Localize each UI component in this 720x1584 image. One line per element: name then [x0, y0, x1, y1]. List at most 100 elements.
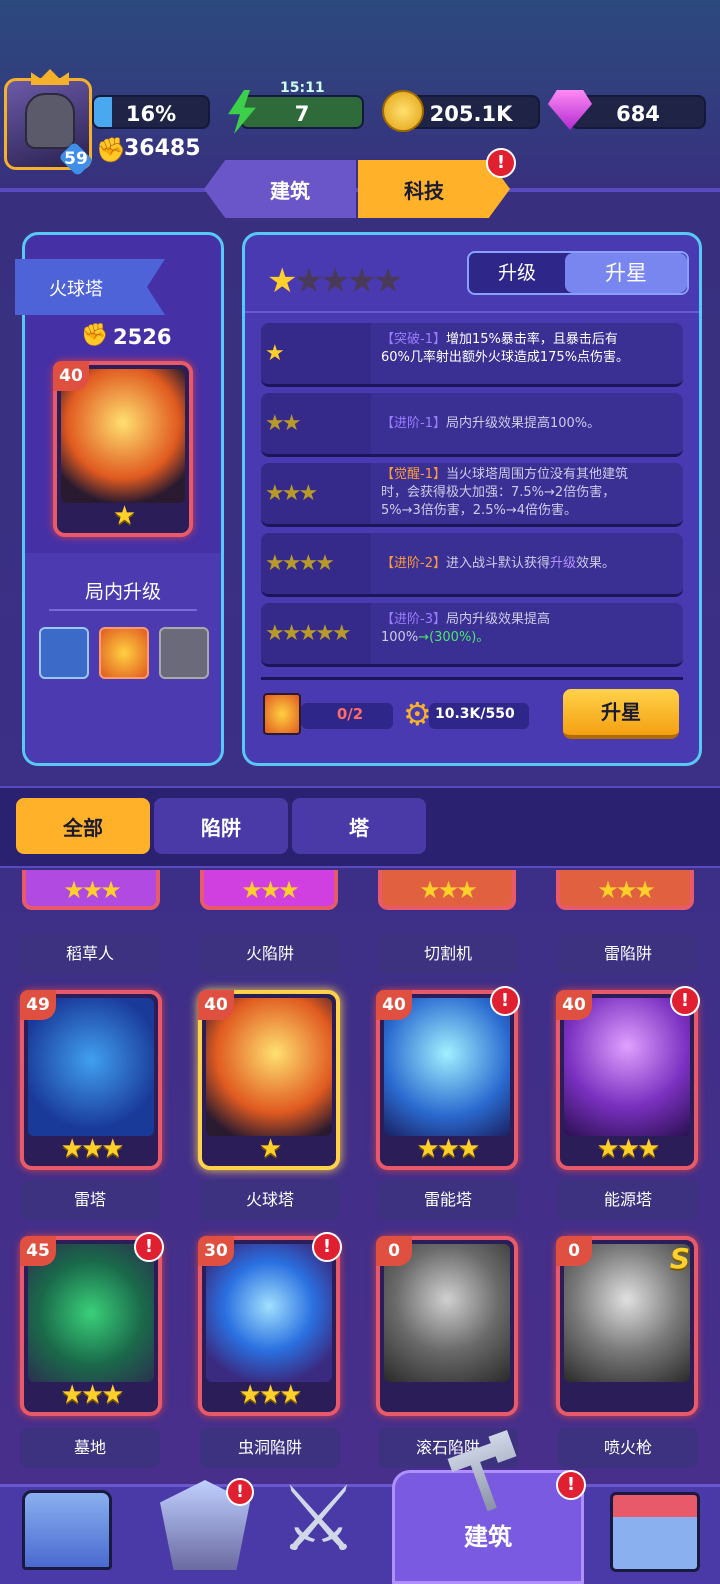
tower-card: 40 ★: [53, 361, 193, 537]
player-power: 36485: [124, 136, 201, 161]
partial-card-2[interactable]: ★★★: [200, 870, 338, 910]
mode-toggle: 升级 升星: [467, 251, 689, 295]
xp-bar: 16%: [92, 95, 210, 129]
energy-value: 7: [294, 102, 310, 126]
energy-timer: 15:11: [280, 80, 325, 96]
card-flamethrower[interactable]: 0 S: [556, 1236, 698, 1416]
tower-info-panel: 火球塔 ✊ 2526 40 ★ 局内升级: [15, 232, 224, 766]
upgrade-divider: [49, 609, 197, 611]
mode-star-button[interactable]: 升星: [565, 253, 687, 293]
shop-stall-icon: [610, 1492, 700, 1572]
card-wormhole-trap[interactable]: 30 ★★★ !: [198, 1232, 342, 1416]
upgrade-locked-icon[interactable]: [159, 627, 209, 679]
star-row-3-line3: 5%→3倍伤害，2.5%→4倍伤害。: [381, 503, 577, 518]
card-level: 40: [556, 990, 592, 1020]
energy-bar[interactable]: 7: [240, 95, 364, 129]
star-row-2-text: 【进阶-1】局内升级效果提高100%。: [381, 415, 677, 433]
card-boulder-trap[interactable]: 0: [376, 1236, 518, 1416]
label-thunder-tower: 雷塔: [20, 1180, 160, 1220]
partial-card-1-stars: ★★★: [63, 876, 122, 904]
star-row-4-text: 【进阶-2】进入战斗默认获得升级效果。: [381, 555, 677, 573]
label-scarecrow: 稻草人: [20, 934, 160, 974]
star-row-2-stars: ★★: [265, 411, 301, 436]
star-row-5-stars: ★★★★★: [265, 621, 352, 646]
current-star-empty: ★★★★: [293, 261, 403, 301]
nav-hero[interactable]: !: [150, 1478, 260, 1580]
current-stars: ★★★★★: [267, 261, 403, 301]
partial-card-3-stars: ★★★: [419, 876, 478, 904]
card-level: 0: [376, 1236, 412, 1266]
star-row-3: ★★★ 【觉醒-1】当火球塔周围方位没有其他建筑时，会获得极大加强：7.5%→2…: [261, 463, 683, 527]
star-row-4-highlight: 升级: [549, 556, 576, 571]
filter-trap[interactable]: 陷阱: [154, 798, 288, 854]
upgrade-fire-icon[interactable]: [99, 627, 149, 679]
star-row-1-line1: 增加15%暴击率，且暴击后有: [445, 332, 618, 347]
card-stars: ★: [258, 1134, 282, 1164]
current-star-filled: ★: [267, 261, 298, 301]
partial-card-3[interactable]: ★★★: [378, 870, 516, 910]
tab-build-label: 建筑: [270, 178, 310, 203]
star-up-button[interactable]: 升星: [563, 689, 679, 739]
card-alert-icon: !: [490, 986, 520, 1016]
fist-icon: ✊: [81, 323, 109, 348]
card-level: 49: [20, 990, 56, 1020]
star-row-1-tag: 【突破-1】: [381, 332, 446, 347]
nav-build-alert-icon: !: [556, 1470, 586, 1500]
star-row-5-line2: 100%: [381, 630, 419, 645]
card-cost-icon: [263, 693, 301, 735]
castle-icon: [22, 1490, 112, 1570]
avatar[interactable]: 59: [4, 69, 94, 177]
partial-card-4[interactable]: ★★★: [556, 870, 694, 910]
star-row-4: ★★★★ 【进阶-2】进入战斗默认获得升级效果。: [261, 533, 683, 597]
card-stars: ★★★: [60, 1380, 125, 1410]
panel-header-divider: [245, 311, 699, 313]
star-row-3-tag: 【觉醒-1】: [381, 467, 446, 482]
star-row-1-line2: 60%几率射出额外火球造成175%点伤害。: [381, 350, 630, 365]
gold-value: 205.1K: [429, 102, 513, 126]
star-upgrade-panel: ★★★★★ 升级 升星 ★ 【突破-1】增加15%暴击率，且暴击后有 60%几率射…: [242, 232, 702, 766]
partial-card-2-stars: ★★★: [241, 876, 300, 904]
gem-bar[interactable]: 684: [570, 95, 706, 129]
nav-build-label: 建筑: [464, 1523, 512, 1551]
card-level: 40: [198, 990, 234, 1020]
star-row-5-line1: 局内升级效果提高: [445, 612, 550, 627]
card-alert-icon: !: [312, 1232, 342, 1262]
filter-all[interactable]: 全部: [16, 798, 150, 854]
label-wormhole-trap: 虫洞陷阱: [200, 1428, 340, 1468]
card-level: 45: [20, 1236, 56, 1266]
fist-icon: ✊: [96, 136, 126, 164]
tower-level: 40: [53, 361, 89, 391]
star-row-3-line2: 时，会获得极大加强：7.5%→2倍伤害，: [381, 485, 616, 500]
label-thunder-energy-tower: 雷能塔: [378, 1180, 518, 1220]
mode-upgrade-button[interactable]: 升级: [469, 253, 565, 293]
tab-build[interactable]: 建筑: [204, 160, 356, 218]
filter-tower[interactable]: 塔: [292, 798, 426, 854]
card-graveyard[interactable]: 45 ★★★ !: [20, 1232, 164, 1416]
upgrade-tower-icon[interactable]: [39, 627, 89, 679]
star-row-4-line1b: 效果。: [576, 556, 616, 571]
star-row-2: ★★ 【进阶-1】局内升级效果提高100%。: [261, 393, 683, 457]
star-row-2-line1: 局内升级效果提高100%。: [445, 416, 601, 431]
star-row-3-stars: ★★★: [265, 481, 318, 506]
nav-battle[interactable]: ⚔: [272, 1470, 382, 1580]
label-fire-trap: 火陷阱: [200, 934, 340, 974]
card-thunder-energy-tower[interactable]: 40 ★★★ !: [376, 986, 520, 1170]
star-row-5-tag: 【进阶-3】: [381, 612, 446, 627]
card-fireball-tower[interactable]: 40 ★: [198, 990, 340, 1170]
nav-shop[interactable]: [600, 1480, 710, 1580]
s-rank-badge: S: [669, 1242, 690, 1275]
nav-castle[interactable]: [12, 1480, 122, 1580]
card-level: 0: [556, 1236, 592, 1266]
xp-percent: 16%: [125, 102, 177, 126]
card-thunder-tower[interactable]: 49 ★★★: [20, 990, 162, 1170]
card-energy-tower[interactable]: 40 ★★★ !: [556, 986, 700, 1170]
gold-coin-plus-icon[interactable]: [382, 90, 424, 132]
card-level: 30: [198, 1236, 234, 1266]
gear-icon: ⚙: [403, 695, 432, 733]
partial-card-1[interactable]: ★★★: [22, 870, 160, 910]
tab-tech-label: 科技: [404, 178, 444, 203]
gem-value: 684: [616, 102, 660, 126]
label-flamethrower: 喷火枪: [558, 1428, 698, 1468]
partial-card-row: ★★★ ★★★ ★★★ ★★★: [0, 870, 720, 920]
star-row-3-line1: 当火球塔周围方位没有其他建筑: [445, 467, 628, 482]
